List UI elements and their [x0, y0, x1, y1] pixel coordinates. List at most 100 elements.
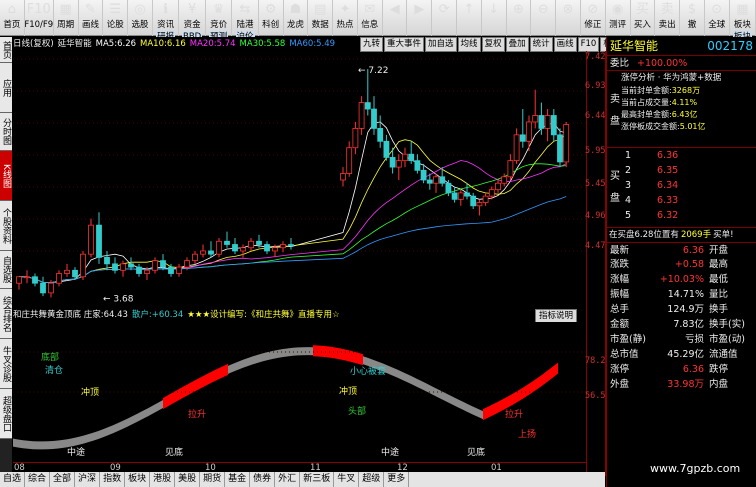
- toolbar-sector-button[interactable]: ▦板块板块: [730, 0, 756, 43]
- toolbar-cancel-button[interactable]: $ 撤: [680, 0, 705, 36]
- candle-body: [408, 153, 415, 162]
- chart-tool-button[interactable]: 九转: [360, 37, 384, 52]
- sell-side-label: 卖盘: [610, 94, 620, 127]
- buy-level-row[interactable]: 2 6.35: [607, 163, 756, 178]
- bottom-tab[interactable]: 新三板: [300, 472, 335, 487]
- candle-body: [192, 253, 198, 262]
- left-tab-2[interactable]: 分时图: [0, 113, 12, 151]
- toolbar-fix-button[interactable]: ⊘ 修正: [581, 0, 606, 36]
- left-tab-1[interactable]: 应用: [0, 63, 12, 113]
- bottom-tab[interactable]: 基金: [225, 472, 251, 487]
- toolbar-label: 科创: [262, 20, 280, 30]
- candle-body: [532, 115, 539, 123]
- toolbar-draw-button[interactable]: ✎ 画线: [79, 0, 104, 36]
- bottom-tab[interactable]: 板块: [125, 472, 151, 487]
- toolbar-zoomin-button[interactable]: ⊕: [507, 0, 532, 36]
- buy-level-row[interactable]: 3 6.34: [607, 178, 756, 193]
- chart-tool-button[interactable]: F10: [577, 37, 600, 52]
- toolbar-fund-button[interactable]: ¥资金BBD: [179, 0, 206, 43]
- toolbar-hk-button[interactable]: ⇆陆港沪伦: [232, 0, 259, 43]
- buy-icon: 买: [635, 2, 649, 17]
- toolbar-auction-button[interactable]: ♛竞价预测: [206, 0, 233, 43]
- ma30-line: [19, 163, 567, 284]
- quote-row: 外盘 33.98万 内盘: [607, 377, 756, 392]
- toolbar-dragon-button[interactable]: ☗ 龙虎: [284, 0, 309, 36]
- candle-body: [240, 247, 246, 252]
- chart-tool-button[interactable]: 统计: [529, 37, 553, 52]
- hot-icon: ✦: [339, 2, 351, 17]
- chart-tool-button[interactable]: 重大事件: [384, 37, 425, 52]
- left-tab-0[interactable]: 首页: [0, 37, 12, 63]
- bottom-tab[interactable]: 超级: [359, 472, 385, 487]
- period-label[interactable]: 日线(复权): [13, 39, 54, 49]
- left-tab-7[interactable]: 牛叉诊股: [0, 339, 12, 389]
- stat-key: 最高封单金额:: [621, 110, 672, 119]
- kline-chart[interactable]: ← 7.22 ← 3.68: [13, 51, 593, 309]
- toolbar-period-button[interactable]: ▦ 周期: [54, 0, 79, 36]
- bottom-tab[interactable]: 债券: [250, 472, 276, 487]
- chart-tool-button[interactable]: 均线: [457, 37, 481, 52]
- toolbar-star-button[interactable]: ⚙ 科创: [259, 0, 284, 36]
- bottom-tab[interactable]: 更多: [384, 472, 410, 487]
- chart-tool-button[interactable]: 画线: [553, 37, 577, 52]
- zoomin-icon: ⊕: [513, 2, 524, 17]
- quote-value: [751, 377, 754, 392]
- chart-tool-button[interactable]: 叠加: [505, 37, 529, 52]
- left-tab-8[interactable]: 超级盘口: [0, 389, 12, 439]
- left-tab-3[interactable]: K线图: [0, 151, 12, 201]
- quote-key: 换手: [709, 304, 729, 315]
- bottom-tab[interactable]: 综合: [25, 472, 51, 487]
- candle-body: [426, 179, 433, 184]
- toolbar-back-button[interactable]: ◀: [383, 0, 408, 36]
- bottom-tab[interactable]: 牛叉: [334, 472, 360, 487]
- bottom-tab[interactable]: 自选: [0, 472, 26, 487]
- bottom-tab[interactable]: 美股: [175, 472, 201, 487]
- quote-row: 涨幅 +10.03% 最低: [607, 272, 756, 287]
- left-tab-5[interactable]: 自选股: [0, 251, 12, 289]
- left-tab-6[interactable]: 综合排名: [0, 289, 12, 339]
- toolbar-f10-button[interactable]: F10 F10/F9: [24, 0, 54, 36]
- bottom-tab[interactable]: 指数: [100, 472, 126, 487]
- bottom-tab[interactable]: 港股: [150, 472, 176, 487]
- indicator-chart[interactable]: 底部清仓冲顶 小心被套冲顶头部中途 见底 中途 见底 上扬 拉升 拉升: [13, 322, 593, 472]
- candle-body: [40, 282, 46, 294]
- chart-tool-button[interactable]: 加自选: [425, 37, 457, 52]
- toolbar-close-button[interactable]: ⊗: [556, 0, 581, 36]
- candle-body: [208, 250, 214, 255]
- bottom-tab[interactable]: 全部: [50, 472, 76, 487]
- toolbar-down-button[interactable]: ↓: [482, 0, 507, 36]
- toolbar-select-button[interactable]: ◎ 选股: [128, 0, 153, 36]
- toolbar-home-button[interactable]: ⌂ 首页: [0, 0, 25, 36]
- msg-icon: ✉: [364, 2, 376, 17]
- bottom-tab[interactable]: 外汇: [275, 472, 301, 487]
- toolbar-data-button[interactable]: ▤ 数据: [308, 0, 334, 36]
- indicator-help-button[interactable]: 指标说明: [535, 309, 578, 322]
- toolbar-msg-button[interactable]: ✉ 信息: [358, 0, 383, 36]
- ma-value: 6.16: [166, 39, 186, 49]
- buy-level-row[interactable]: 1 6.36: [607, 148, 756, 163]
- left-tab-4[interactable]: 个股资料: [0, 201, 12, 251]
- toolbar-fwd-button[interactable]: ▶: [407, 0, 433, 36]
- quote-value: 45.29亿: [667, 349, 704, 360]
- buy-level-row[interactable]: 5 6.32: [607, 208, 756, 223]
- dragon-icon: ☗: [289, 2, 302, 17]
- toolbar-info-button[interactable]: ℹ资讯研报: [153, 0, 180, 43]
- toolbar-eval-button[interactable]: ◉ 测评: [606, 0, 631, 36]
- toolbar-zoomout-button[interactable]: ⊖: [531, 0, 557, 36]
- toolbar-global-button[interactable]: ⊙ 全球: [705, 0, 730, 36]
- toolbar-up-button[interactable]: ↑: [457, 0, 482, 36]
- candle-body: [364, 102, 371, 110]
- chart-tool-button[interactable]: 复权: [481, 37, 505, 52]
- candle-body: [433, 176, 439, 184]
- buy-level-row[interactable]: 4 6.33: [607, 193, 756, 208]
- retail-value: +60.34: [151, 310, 184, 320]
- toolbar-refresh-button[interactable]: ⟳: [432, 0, 458, 36]
- toolbar-label: 首页: [3, 20, 21, 30]
- toolbar-sell-button[interactable]: 卖卖出: [655, 0, 681, 36]
- toolbar-buy-button[interactable]: 买买入: [631, 0, 656, 36]
- bottom-tab[interactable]: 期货: [200, 472, 226, 487]
- candle-body: [96, 224, 102, 258]
- bottom-tab[interactable]: 沪深: [75, 472, 101, 487]
- toolbar-forum-button[interactable]: ☰ 论股: [103, 0, 129, 36]
- toolbar-hot-button[interactable]: ✦ 热点: [333, 0, 358, 36]
